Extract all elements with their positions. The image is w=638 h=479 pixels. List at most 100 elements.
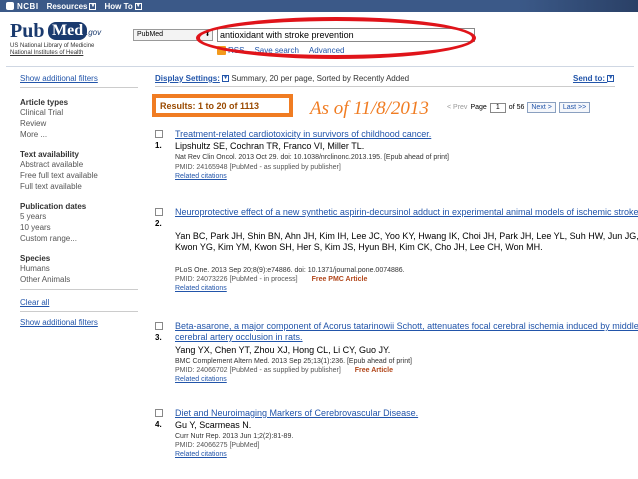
rss-link[interactable]: RSS (217, 46, 245, 56)
result-pmid: PMID: 24073226 [PubMed - in process] Free… (175, 275, 367, 284)
logo-gov: .gov (86, 28, 102, 37)
logo-med: Med (48, 22, 88, 40)
header-divider (6, 66, 634, 67)
next-page-button[interactable]: Next > (527, 102, 556, 113)
result-title-link[interactable]: Diet and Neuroimaging Markers of Cerebro… (175, 408, 638, 419)
result-authors: Lipshultz SE, Cochran TR, Franco VI, Mil… (175, 141, 365, 151)
result-number: 3. (155, 333, 162, 342)
ncbi-top-bar: NCBI Resources ▼ How To ▼ (0, 0, 638, 12)
result-title-link[interactable]: Treatment-related cardiotoxicity in surv… (175, 129, 638, 140)
advanced-link[interactable]: Advanced (309, 46, 345, 55)
search-input[interactable]: antioxidant with stroke prevention (217, 28, 475, 42)
result-citation: BMC Complement Altern Med. 2013 Sep 25;1… (175, 358, 412, 365)
filter-more[interactable]: More ... (20, 129, 140, 140)
results-count: Results: 1 to 20 of 1113 (160, 101, 260, 111)
select-arrow-icon: ⬍ (204, 32, 210, 38)
chevron-down-icon: ▼ (607, 75, 615, 83)
save-search-link[interactable]: Save search (254, 46, 298, 55)
logo-pub: Pub (10, 20, 45, 42)
display-settings: Display Settings: ▼ Summary, 20 per page… (155, 74, 409, 83)
database-select[interactable]: PubMed ⬍ (133, 29, 213, 41)
filter-sidebar: Show additional filters Article types Cl… (20, 74, 140, 327)
search-query: antioxidant with stroke prevention (220, 30, 354, 40)
result-title-link[interactable]: Neuroprotective effect of a new syntheti… (175, 207, 638, 218)
result-number: 4. (155, 420, 162, 429)
filter-review[interactable]: Review (20, 118, 140, 129)
page-number-input[interactable]: 1 (489, 102, 506, 113)
rss-label: RSS (228, 46, 245, 55)
chevron-down-icon[interactable]: ▼ (222, 75, 230, 83)
show-filters-top-link[interactable]: Show additional filters (20, 74, 140, 83)
pagination: < Prev Page 1 of 56 Next > Last >> (447, 102, 591, 113)
result-checkbox[interactable] (155, 208, 163, 216)
show-filters-bottom-link[interactable]: Show additional filters (20, 318, 140, 327)
search-links: RSS Save search Advanced (217, 46, 345, 56)
main-separator (155, 86, 615, 87)
howto-label: How To (104, 1, 133, 11)
page-label: Page (470, 104, 487, 111)
nih-link[interactable]: National Institutes of Health (10, 50, 94, 57)
article-types-heading: Article types (20, 98, 69, 107)
ncbi-brand-label: NCBI (17, 1, 39, 11)
last-page-button[interactable]: Last >> (558, 102, 591, 113)
sidebar-separator (20, 311, 138, 312)
result-citation: Nat Rev Clin Oncol. 2013 Oct 29. doi: 10… (175, 154, 449, 161)
result-authors: Yang YX, Chen YT, Zhou XJ, Hong CL, Li C… (175, 345, 391, 355)
ncbi-brand[interactable]: NCBI (6, 2, 39, 11)
filter-clinical-trial[interactable]: Clinical Trial (20, 107, 140, 118)
logo-subtitle: US National Library of Medicine National… (10, 43, 94, 57)
result-pmid: PMID: 24165948 [PubMed - as supplied by … (175, 163, 341, 172)
chevron-down-icon: ▼ (134, 2, 142, 10)
species-heading: Species (20, 254, 51, 263)
resources-menu[interactable]: Resources ▼ (47, 2, 97, 11)
result-pmid: PMID: 24066702 [PubMed - as supplied by … (175, 366, 393, 375)
howto-menu[interactable]: How To ▼ (104, 1, 142, 11)
date-annotation: As of 11/8/2013 (310, 98, 429, 119)
related-citations-link[interactable]: Related citations (175, 284, 227, 293)
pmid-text: PMID: 24165948 [PubMed - as supplied by … (175, 164, 341, 171)
result-title-link[interactable]: Beta-asarone, a major component of Acoru… (175, 321, 638, 343)
sidebar-separator (20, 289, 138, 290)
pubmed-header: Pub Med .gov US National Library of Medi… (0, 12, 638, 64)
rss-icon (217, 46, 226, 56)
display-settings-value: Summary, 20 per page, Sorted by Recently… (231, 74, 410, 83)
result-number: 1. (155, 141, 162, 150)
display-settings-link[interactable]: Display Settings: (155, 74, 220, 83)
free-article-link[interactable]: Free PMC Article (312, 276, 368, 283)
filter-5-years[interactable]: 5 years (20, 211, 140, 222)
filter-free-full-text[interactable]: Free full text available (20, 170, 140, 181)
related-citations-link[interactable]: Related citations (175, 375, 227, 384)
result-citation: Curr Nutr Rep. 2013 Jun 1;2(2):81-89. (175, 433, 294, 440)
pmid-text: PMID: 24066275 [PubMed] (175, 442, 260, 449)
result-checkbox[interactable] (155, 409, 163, 417)
filter-10-years[interactable]: 10 years (20, 222, 140, 233)
resources-label: Resources (46, 1, 88, 11)
result-checkbox[interactable] (155, 322, 163, 330)
pmid-text: PMID: 24073226 [PubMed - in process] (175, 276, 298, 283)
filter-full-text[interactable]: Full text available (20, 181, 140, 192)
send-to-menu[interactable]: Send to: ▼ (573, 74, 615, 83)
filter-abstract[interactable]: Abstract available (20, 159, 140, 170)
nlm-label: US National Library of Medicine (10, 43, 95, 49)
filter-humans[interactable]: Humans (20, 263, 140, 274)
send-to-label: Send to: (573, 74, 605, 83)
prev-page-link[interactable]: < Prev (447, 104, 467, 111)
topbar-fade (518, 0, 638, 12)
result-authors: Yan BC, Park JH, Shin BN, Ahn JH, Kim IH… (175, 231, 638, 252)
clear-all-link[interactable]: Clear all (20, 298, 140, 307)
database-value: PubMed (137, 31, 164, 38)
ncbi-logo-icon (6, 2, 14, 10)
free-article-link[interactable]: Free Article (355, 367, 393, 374)
results-count-highlight: Results: 1 to 20 of 1113 (152, 94, 293, 117)
sidebar-separator (20, 87, 138, 88)
related-citations-link[interactable]: Related citations (175, 172, 227, 181)
filter-other-animals[interactable]: Other Animals (20, 274, 140, 285)
result-authors: Gu Y, Scarmeas N. (175, 420, 252, 430)
chevron-down-icon: ▼ (89, 2, 97, 10)
result-citation: PLoS One. 2013 Sep 20;8(9):e74886. doi: … (175, 267, 405, 274)
result-checkbox[interactable] (155, 130, 163, 138)
related-citations-link[interactable]: Related citations (175, 450, 227, 459)
pubmed-logo[interactable]: Pub Med .gov (10, 20, 110, 44)
pmid-text: PMID: 24066702 [PubMed - as supplied by … (175, 367, 341, 374)
filter-custom-range[interactable]: Custom range... (20, 233, 140, 244)
